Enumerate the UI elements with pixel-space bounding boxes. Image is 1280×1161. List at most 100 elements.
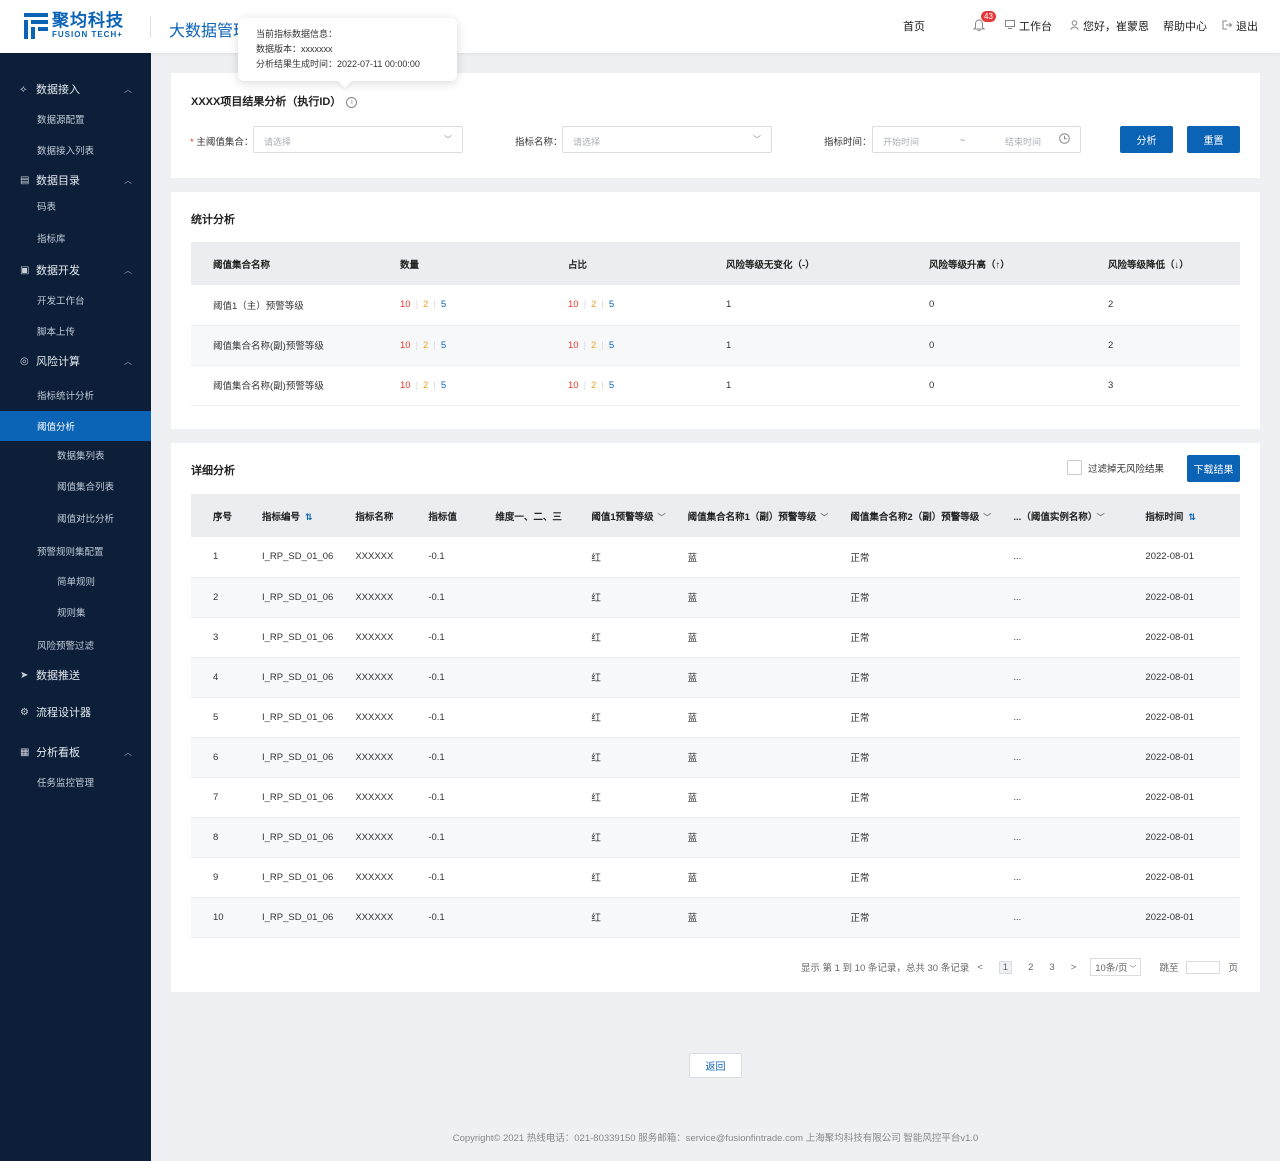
sidebar-item-code-table[interactable]: 码表: [0, 191, 151, 221]
end-date-input[interactable]: 结束时间: [1005, 135, 1041, 148]
detail-col-level-sub1[interactable]: 阈值集合名称1（副）预警等级 ﹀: [665, 494, 829, 537]
prev-page-button[interactable]: <: [977, 962, 983, 973]
level-blue-count: 5: [440, 299, 447, 311]
cell-time: 2022-08-01: [1123, 897, 1240, 938]
sidebar-item-dev-workbench[interactable]: 开发工作台: [0, 285, 151, 315]
user-menu[interactable]: 您好，崔蒙恩: [1070, 18, 1149, 34]
stats-cell-same: 1: [704, 365, 907, 406]
pagination-summary: 显示 第 1 到 10 条记录，总共 30 条记录: [800, 963, 970, 974]
sidebar-item-risk-filter[interactable]: 风险预警过滤: [0, 630, 151, 660]
cell-level1: 红: [569, 577, 666, 618]
page-size-select[interactable]: 10条/页 ﹀: [1090, 958, 1142, 976]
sidebar-item-script-upload[interactable]: 脚本上传: [0, 316, 151, 346]
sidebar-item-metric-library[interactable]: 指标库: [0, 223, 151, 253]
notification-button[interactable]: 43: [972, 11, 996, 33]
sidebar-group-flow-designer[interactable]: ⚙ 流程设计器: [0, 700, 151, 724]
detail-col-level1[interactable]: 阈值1预警等级 ﹀: [569, 494, 666, 537]
cell-level-sub2: 正常: [828, 657, 992, 698]
detail-col-dimension: 维度一、二、三: [473, 494, 570, 537]
chevron-down-icon[interactable]: ﹀: [1097, 513, 1105, 522]
cell-level-sub1: 蓝: [665, 777, 829, 818]
chevron-down-icon[interactable]: ﹀: [820, 513, 828, 522]
analyze-button[interactable]: 分析: [1120, 126, 1173, 153]
cell-instance: ...: [991, 617, 1124, 658]
sidebar-item-metric-stats[interactable]: 指标统计分析: [0, 380, 151, 410]
sidebar-item-threshold-compare[interactable]: 阈值对比分析: [0, 503, 151, 533]
risk-icon: ◎: [20, 355, 29, 367]
cell-time: 2022-08-01: [1123, 857, 1240, 898]
stats-cell-down: 2: [1086, 285, 1240, 326]
chevron-down-icon[interactable]: ﹀: [983, 513, 991, 522]
cell-dimension: [473, 737, 570, 778]
cell-level-sub2: 正常: [828, 737, 992, 778]
reset-button[interactable]: 重置: [1187, 126, 1240, 153]
table-row: 6 I_RP_SD_01_06 XXXXXX -0.1 红蓝正常... 2022-08-0…: [191, 737, 1240, 778]
table-row: 7 I_RP_SD_01_06 XXXXXX -0.1 红蓝正常... 2022-08-0…: [191, 777, 1240, 818]
page-2-button[interactable]: 2: [1028, 962, 1033, 973]
back-button[interactable]: 返回: [689, 1053, 742, 1078]
checkbox-box[interactable]: [1067, 460, 1082, 475]
sidebar-item-label: 阈值分析: [37, 422, 76, 433]
sidebar-group-data-push[interactable]: ➤ 数据推送: [0, 663, 151, 687]
detail-col-time[interactable]: 指标时间 ⇅: [1123, 494, 1240, 537]
cell-value: -0.1: [406, 577, 474, 618]
sidebar-group-label: 流程设计器: [36, 707, 91, 719]
sort-icon[interactable]: ⇅: [305, 512, 313, 522]
cell-index: 7: [191, 777, 240, 818]
sidebar-item-threshold-analysis[interactable]: 阈值分析: [0, 411, 151, 441]
cell-level-sub1: 蓝: [665, 657, 829, 698]
sidebar-item-dataset-list[interactable]: 数据集列表: [0, 440, 151, 470]
sidebar-group-data-ingest[interactable]: ⟡ 数据接入 ︿: [0, 77, 151, 101]
detail-col-instance[interactable]: ...（阈值实例名称） ﹀: [991, 494, 1124, 537]
cell-code: I_RP_SD_01_06: [240, 697, 334, 738]
cell-instance: ...: [991, 897, 1124, 938]
sidebar-group-data-dev[interactable]: ▣ 数据开发 ︿: [0, 258, 151, 282]
user-icon: [1070, 19, 1079, 33]
filter-no-risk-checkbox[interactable]: 过滤掉无风险结果: [1067, 460, 1164, 475]
sidebar-item-task-monitor[interactable]: 任务监控管理: [0, 767, 151, 797]
nav-help[interactable]: 帮助中心: [1163, 18, 1207, 34]
detail-table: 序号 指标编号 ⇅ 指标名称 指标值 维度一、二、三 阈值1预警等级 ﹀ 阈值集合名…: [191, 494, 1240, 938]
jump-page-input[interactable]: [1186, 960, 1221, 974]
chevron-up-icon: ︿: [124, 84, 132, 94]
level-orange-count: 2: [591, 299, 597, 311]
metric-time-label: 指标时间：: [824, 137, 872, 148]
sidebar-item-rule-set-config[interactable]: 预警规则集配置: [0, 536, 151, 566]
cell-index: 2: [191, 577, 240, 618]
select-placeholder: 请选择: [264, 137, 292, 147]
stats-cell-up: 0: [907, 365, 1086, 406]
detail-col-code[interactable]: 指标编号 ⇅: [240, 494, 334, 537]
detail-col-level-sub2[interactable]: 阈值集合名称2（副）预警等级 ﹀: [828, 494, 992, 537]
nav-workbench[interactable]: 工作台: [1005, 18, 1052, 34]
main-threshold-set-select[interactable]: 请选择 ﹀: [253, 126, 463, 153]
col-label: 阈值集合名称1（副）预警等级: [687, 511, 817, 523]
sidebar-item-datasource-config[interactable]: 数据源配置: [0, 104, 151, 134]
page-unit-label: 页: [1228, 963, 1238, 974]
logout-button[interactable]: 退出: [1222, 18, 1258, 34]
sidebar-group-dashboard[interactable]: ▦ 分析看板 ︿: [0, 740, 151, 764]
sidebar-group-data-catalog[interactable]: ▤ 数据目录 ︿: [0, 168, 151, 192]
metric-name-select[interactable]: 请选择 ﹀: [562, 126, 772, 153]
sidebar-item-threshold-set-list[interactable]: 阈值集合列表: [0, 471, 151, 501]
sidebar-item-simple-rule[interactable]: 简单规则: [0, 566, 151, 596]
chevron-down-icon[interactable]: ﹀: [658, 513, 666, 522]
header-divider: [150, 16, 151, 38]
download-results-button[interactable]: 下载结果: [1187, 455, 1240, 482]
nav-home[interactable]: 首页: [903, 18, 925, 34]
date-range-picker[interactable]: 开始时间 ~ 结束时间: [872, 126, 1081, 153]
start-date-input[interactable]: 开始时间: [883, 135, 919, 148]
cell-metric-name: XXXXXX: [333, 817, 407, 858]
stats-col-same: 风险等级无变化（-）: [704, 242, 907, 285]
next-page-button[interactable]: >: [1071, 962, 1077, 973]
info-icon[interactable]: i: [346, 97, 358, 108]
sidebar-item-rule-set[interactable]: 规则集: [0, 597, 151, 627]
range-separator: ~: [960, 135, 966, 145]
sidebar-item-ingest-list[interactable]: 数据接入列表: [0, 135, 151, 165]
chevron-up-icon: ︿: [124, 175, 132, 185]
level-red-count: 10: [400, 339, 411, 351]
sort-icon[interactable]: ⇅: [1188, 512, 1196, 522]
page-1-button[interactable]: 1: [998, 960, 1013, 974]
sidebar-group-risk-calc[interactable]: ◎ 风险计算 ︿: [0, 349, 151, 373]
page-3-button[interactable]: 3: [1049, 962, 1054, 973]
cell-code: I_RP_SD_01_06: [240, 817, 334, 858]
